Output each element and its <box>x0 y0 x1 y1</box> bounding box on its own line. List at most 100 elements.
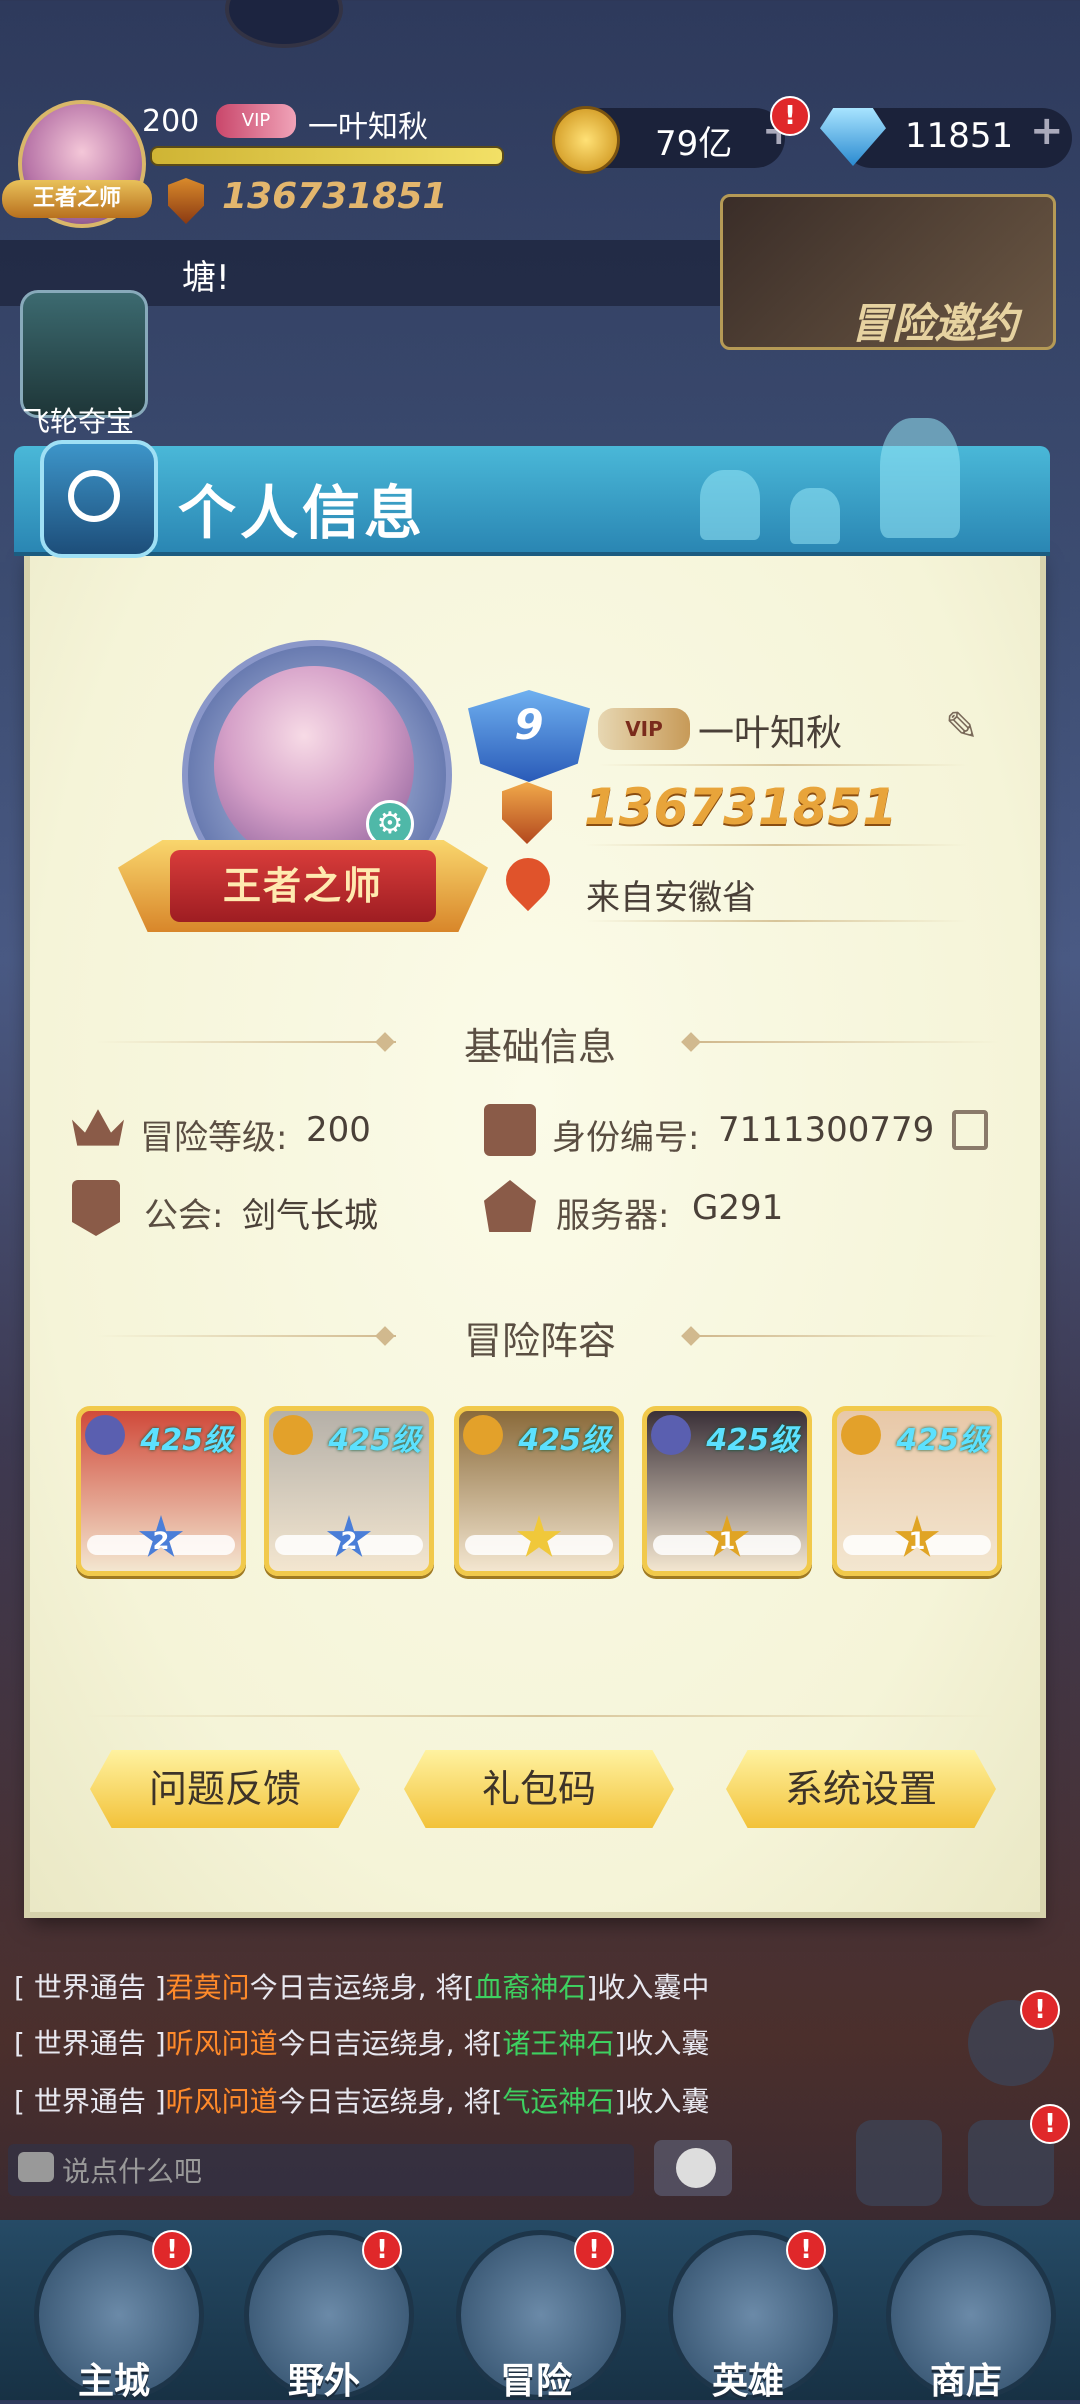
nav-shop-label: 商店 <box>929 2361 1002 2402</box>
chat-player-name[interactable]: 听风问道 <box>166 2027 278 2060</box>
hero-card[interactable]: 425级 1 <box>832 1406 1002 1576</box>
hero-card[interactable]: 425级 1 <box>642 1406 812 1576</box>
chat-message-text: 今日吉运绕身, 将[ <box>249 1971 475 2004</box>
header-decoration <box>790 488 840 544</box>
hero-level: 425级 <box>518 1423 611 1458</box>
feedback-button[interactable]: 问题反馈 <box>90 1750 360 1828</box>
divider <box>586 920 966 922</box>
header-decoration <box>700 470 760 540</box>
nav-wild-label: 野外 <box>287 2361 360 2402</box>
id-number-value: 7111300779 <box>718 1110 935 1150</box>
top-center-ornament <box>225 0 343 48</box>
adventure-level-value: 200 <box>306 1110 371 1150</box>
user-circle-icon <box>68 470 120 522</box>
adventure-level-label: 冒险等级: <box>140 1118 288 1158</box>
title-label: 王者之师 <box>170 850 436 922</box>
header-decoration <box>880 418 960 538</box>
chat-channel: [ 世界通告 ] <box>14 2085 166 2118</box>
divider <box>598 764 968 766</box>
adventure-invite-label: 冒险邀约 <box>850 299 1019 348</box>
guild-label: 公会: <box>144 1196 224 1236</box>
system-settings-button[interactable]: 系统设置 <box>726 1750 996 1828</box>
nav-alert-badge: ! <box>574 2230 614 2270</box>
ranking-icon[interactable] <box>856 2120 942 2206</box>
chat-message: [ 世界通告 ]听风问道今日吉运绕身, 将[诸王神石]收入囊 <box>14 2022 734 2062</box>
lineup-title: 冒险阵容 <box>463 1319 616 1363</box>
chat-player-name[interactable]: 听风问道 <box>166 2085 278 2118</box>
star-wing <box>353 1535 423 1555</box>
hero-type-icon <box>273 1415 313 1455</box>
star-wing <box>165 1535 235 1555</box>
nav-alert-badge: ! <box>786 2230 826 2270</box>
hero-type-icon <box>841 1415 881 1455</box>
id-number-label: 身份编号: <box>552 1118 700 1158</box>
hero-type-icon <box>463 1415 503 1455</box>
chat-item-name: 诸王神石 <box>502 2027 615 2060</box>
basic-info-title: 基础信息 <box>463 1025 616 1069</box>
top-chat-text: 塘! <box>182 258 230 298</box>
chat-item-name: 血裔神石 <box>474 1971 587 2004</box>
section-divider-right <box>700 1041 1000 1043</box>
star-wing <box>653 1535 723 1555</box>
gift-code-button[interactable]: 礼包码 <box>404 1750 674 1828</box>
hero-level: 425级 <box>706 1423 799 1458</box>
profile-location: 来自安徽省 <box>586 878 756 918</box>
nav-adventure-label: 冒险 <box>499 2361 572 2402</box>
hero-card[interactable]: 425级 2 <box>264 1406 434 1576</box>
nav-main-city-label: 主城 <box>77 2361 150 2402</box>
level-badge-number: 9 <box>514 700 544 749</box>
chat-message-text: ]收入囊 <box>614 2027 710 2060</box>
star-wing <box>843 1535 913 1555</box>
star-wing <box>731 1535 801 1555</box>
section-divider-right <box>700 1335 1000 1337</box>
divider <box>586 844 966 846</box>
hero-card[interactable]: 425级 <box>454 1406 624 1576</box>
hero-card[interactable]: 425级 2 <box>76 1406 246 1576</box>
power-shield-icon <box>168 178 204 224</box>
chat-player-name[interactable]: 君莫问 <box>166 1971 250 2004</box>
nav-heroes-label: 英雄 <box>711 2361 784 2402</box>
hero-type-icon <box>651 1415 691 1455</box>
star-wing <box>543 1535 613 1555</box>
id-card-icon <box>484 1104 536 1156</box>
flywheel-treasure-label: 飞轮夺宝 <box>22 405 135 438</box>
hero-type-icon <box>85 1415 125 1455</box>
copy-icon[interactable] <box>952 1110 988 1150</box>
chat-channel: [ 世界通告 ] <box>14 1971 166 2004</box>
friends-alert-badge: ! <box>1020 1990 1060 2030</box>
coin-value: 79亿 <box>655 124 733 164</box>
chat-bubble-icon <box>18 2152 54 2182</box>
hero-level: 425级 <box>328 1423 421 1458</box>
add-gem-button[interactable]: + <box>1030 108 1064 154</box>
chat-channel: [ 世界通告 ] <box>14 2027 166 2060</box>
star-wing <box>87 1535 157 1555</box>
panel-title: 个人信息 <box>178 479 427 547</box>
chat-message-text: ]收入囊中 <box>586 1971 710 2004</box>
server-label: 服务器: <box>556 1196 670 1236</box>
player-power: 136731851 <box>222 176 448 217</box>
nav-alert-badge: ! <box>152 2230 192 2270</box>
coin-alert-badge: ! <box>770 96 810 136</box>
backpack-alert-badge: ! <box>1030 2104 1070 2144</box>
profile-name: 一叶知秋 <box>698 713 843 754</box>
vip-badge: VIP <box>598 708 690 750</box>
player-name: 一叶知秋 <box>308 110 428 145</box>
avatar-title-badge: 王者之师 <box>2 180 152 218</box>
emoji-icon <box>676 2148 716 2188</box>
star-wing <box>275 1535 345 1555</box>
player-level: 200 <box>142 104 200 139</box>
flywheel-treasure-icon[interactable] <box>20 290 148 418</box>
profile-power: 136731851 <box>584 778 898 836</box>
section-divider-left <box>96 1335 396 1337</box>
coin-icon <box>552 106 620 174</box>
edit-pencil-icon[interactable]: ✎ <box>945 704 979 750</box>
nav-alert-badge: ! <box>362 2230 402 2270</box>
chat-message-text: 今日吉运绕身, 将[ <box>277 2027 503 2060</box>
bottom-divider <box>84 1715 994 1717</box>
experience-bar <box>150 146 504 166</box>
chat-placeholder: 说点什么吧 <box>62 2155 203 2188</box>
vip-badge: VIP <box>216 104 296 138</box>
hero-level: 425级 <box>896 1423 989 1458</box>
section-divider-left <box>96 1041 396 1043</box>
chat-message-text: 今日吉运绕身, 将[ <box>277 2085 503 2118</box>
